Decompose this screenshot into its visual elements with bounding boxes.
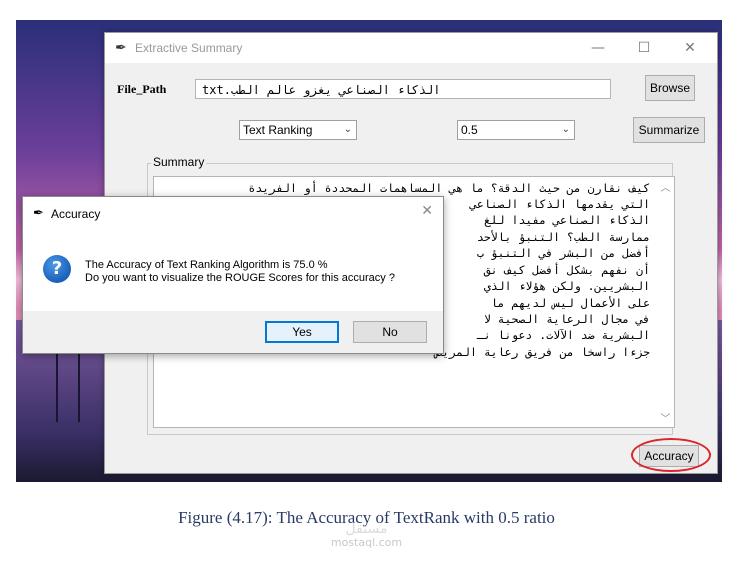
summarize-button[interactable]: Summarize (633, 117, 705, 143)
feather-icon: ✒ (33, 206, 44, 221)
dialog-title: Accuracy (51, 207, 101, 221)
summary-line: التي يقدمها الذكاء الصناعي (469, 197, 650, 211)
dialog-message-line1: The Accuracy of Text Ranking Algorithm i… (85, 259, 328, 271)
dialog-titlebar: ✒ Accuracy ✕ (23, 197, 443, 229)
question-icon: ? (43, 255, 71, 283)
chevron-down-icon: ⌄ (343, 124, 352, 135)
scroll-down-icon[interactable]: ﹀ (657, 410, 674, 425)
browse-button[interactable]: Browse (645, 75, 695, 101)
feather-icon: ✒ (115, 40, 127, 56)
summary-line: كيف نقارن من حيث الدقة؟ ما هي المساهمات … (248, 181, 650, 195)
summary-line: جزءا راسخا من فريق رعاية المريض (435, 345, 650, 359)
dialog-message-line2: Do you want to visualize the ROUGE Score… (85, 272, 395, 284)
file-path-label: File_Path (117, 82, 167, 96)
close-button[interactable]: ✕ (675, 38, 705, 58)
file-path-input[interactable]: الذكاء الصناعي يغزو عالم الطب.txt (195, 79, 611, 99)
file-path-value: الذكاء الصناعي يغزو عالم الطب.txt (202, 83, 441, 97)
highlight-circle (631, 438, 711, 472)
accuracy-dialog: ✒ Accuracy ✕ ? The Accuracy of Text Rank… (22, 196, 444, 354)
watermark-arabic: مستقل (345, 521, 388, 537)
summary-line: أن نفهم بشكل أفضل كيف نق (483, 263, 650, 277)
dialog-footer: Yes No (23, 311, 443, 353)
summary-line: أفضل من البشر في التنبؤ ب (476, 246, 650, 260)
minimize-button[interactable]: — (583, 38, 613, 58)
summary-line: الذكاء الصناعي مفيدا للغ (483, 213, 650, 227)
algorithm-select-value: Text Ranking (243, 123, 313, 137)
window-titlebar: ✒ Extractive Summary — ☐ ✕ (105, 33, 717, 63)
yes-button[interactable]: Yes (265, 321, 339, 343)
summary-line: البشريين. ولكن هؤلاء الذي (483, 279, 650, 293)
summary-line: ممارسة الطب؟ التنبؤ بالأحد (476, 230, 650, 244)
summary-line: على الأعمال ليس لديهم ما (490, 296, 650, 310)
no-button[interactable]: No (353, 321, 427, 343)
summary-line: البشرية ضد الآلات. دعونا نـ (476, 328, 650, 342)
chevron-down-icon: ⌄ (561, 124, 570, 135)
dialog-close-button[interactable]: ✕ (421, 203, 433, 219)
ratio-select-value: 0.5 (461, 123, 478, 137)
summary-line: في مجال الرعاية الصحية لا (483, 312, 650, 326)
window-title: Extractive Summary (135, 41, 243, 55)
scroll-up-icon[interactable]: ︿ (657, 179, 674, 194)
maximize-button[interactable]: ☐ (629, 38, 659, 58)
summary-scrollbar[interactable]: ︿ ﹀ (657, 177, 674, 427)
algorithm-select[interactable]: Text Ranking ⌄ (239, 120, 357, 140)
summary-group-label: Summary (151, 155, 207, 169)
watermark-latin: mostaql.com (330, 536, 403, 549)
ratio-select[interactable]: 0.5 ⌄ (457, 120, 575, 140)
